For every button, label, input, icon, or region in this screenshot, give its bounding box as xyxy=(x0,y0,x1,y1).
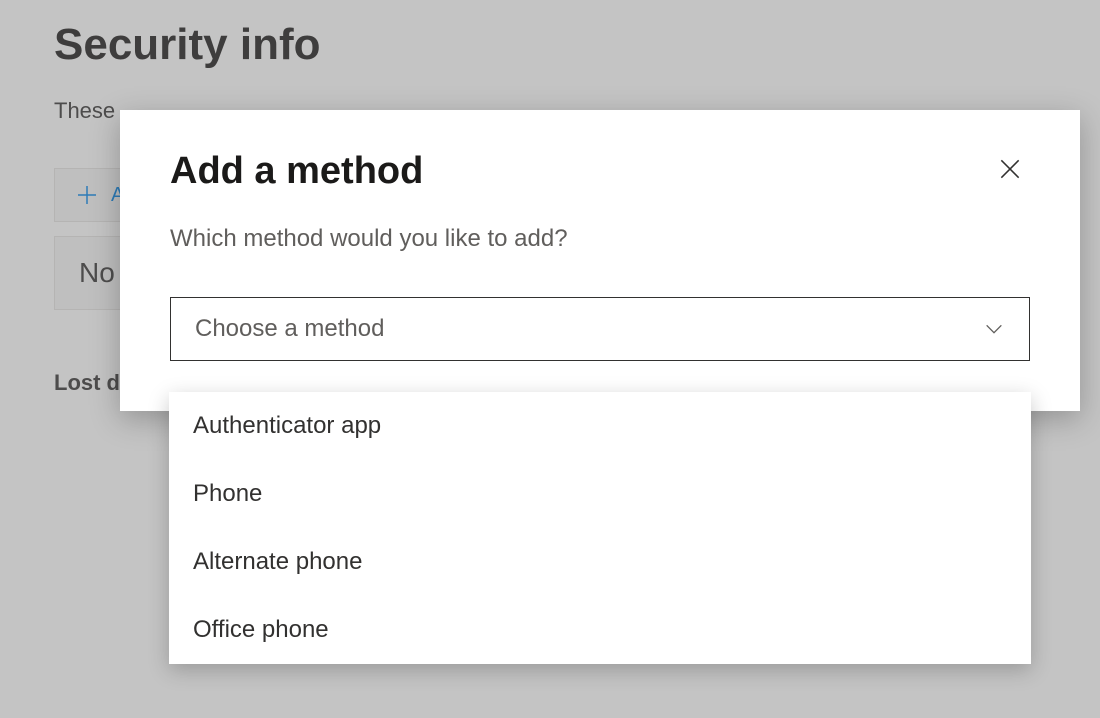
method-option-authenticator-app[interactable]: Authenticator app xyxy=(169,392,1031,460)
modal-header: Add a method xyxy=(170,150,1030,193)
method-option-office-phone[interactable]: Office phone xyxy=(169,596,1031,664)
method-select[interactable]: Choose a method xyxy=(170,297,1030,361)
add-method-modal: Add a method Which method would you like… xyxy=(120,110,1080,411)
method-dropdown-list: Authenticator app Phone Alternate phone … xyxy=(169,392,1031,664)
modal-title: Add a method xyxy=(170,150,423,193)
method-option-alternate-phone[interactable]: Alternate phone xyxy=(169,528,1031,596)
method-option-phone[interactable]: Phone xyxy=(169,460,1031,528)
modal-subtitle: Which method would you like to add? xyxy=(170,225,1030,253)
chevron-down-icon xyxy=(983,318,1005,340)
close-button[interactable] xyxy=(990,150,1030,190)
close-icon xyxy=(997,156,1023,185)
method-select-placeholder: Choose a method xyxy=(195,315,384,343)
